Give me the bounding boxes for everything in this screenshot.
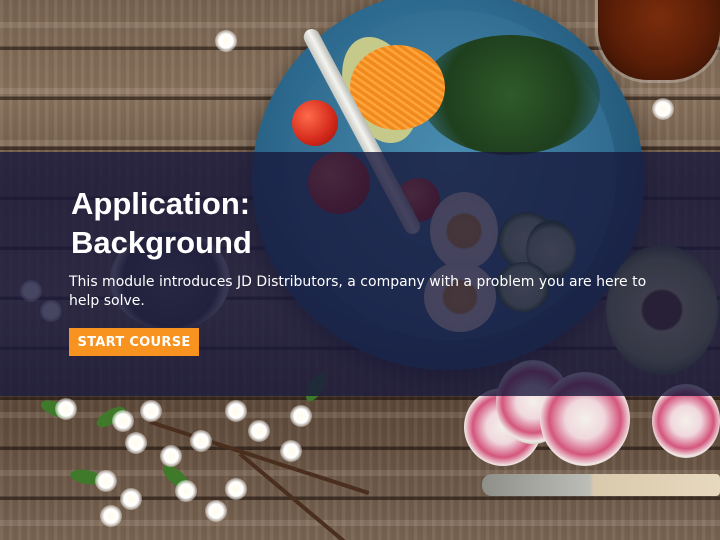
module-description: This module introduces JD Distributors, … [69, 274, 647, 309]
title-line-2: Background [71, 225, 252, 260]
knife [482, 474, 720, 496]
title-line-1: Application: [71, 186, 251, 221]
page-title: Application: Background [71, 184, 371, 262]
tea-cup [598, 0, 720, 80]
start-course-button[interactable]: START COURSE [69, 328, 199, 356]
course-slide: Application: Background This module intr… [0, 0, 720, 540]
